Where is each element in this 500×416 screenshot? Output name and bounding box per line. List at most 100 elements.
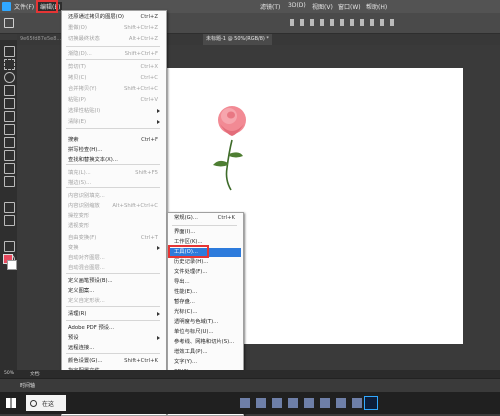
- edit-menu-item[interactable]: 预设: [62, 333, 164, 343]
- preferences-menu-item[interactable]: 历史记录(H)...: [168, 258, 241, 267]
- menu-item-shortcut: Shift+F5: [135, 170, 158, 176]
- edit-menu-item[interactable]: 清理(R): [62, 309, 164, 319]
- edit-menu-item[interactable]: 远程连接...: [62, 343, 164, 353]
- quick-select-tool-icon[interactable]: [4, 85, 15, 96]
- edit-menu-item[interactable]: 还原通过拷贝的图层(O) Ctrl+Z: [62, 12, 164, 22]
- menu-item-label: 变换: [68, 245, 79, 251]
- preferences-menu-item[interactable]: 参考线、网格和切片(S)...: [168, 338, 241, 347]
- preferences-menu-item[interactable]: 界面(I)...: [168, 228, 241, 237]
- search-icon: [30, 400, 37, 407]
- brush-tool-icon[interactable]: [4, 137, 15, 148]
- doc-info: 文档:: [30, 372, 41, 377]
- windows-start-icon[interactable]: [6, 398, 16, 408]
- taskbar-app-icons[interactable]: [240, 398, 380, 408]
- edit-menu-item[interactable]: 定义图案...: [62, 286, 164, 296]
- type-tool-icon[interactable]: [4, 202, 15, 213]
- menu-window[interactable]: 窗口(W): [338, 2, 361, 11]
- edit-menu-item[interactable]: 搜索 Ctrl+F: [62, 135, 164, 145]
- menu-file[interactable]: 文件(F): [14, 2, 34, 11]
- submenu-arrow-icon: [157, 336, 160, 340]
- tab-image[interactable]: 9e65fd87e5e8...: [17, 34, 64, 45]
- edit-menu-item[interactable]: Adobe PDF 预设...: [62, 323, 164, 333]
- menu-item-label: 界面(I)...: [174, 229, 196, 235]
- menu-item-label: 增效工具(P)...: [174, 349, 208, 355]
- marquee-tool-icon[interactable]: [4, 59, 15, 70]
- lasso-tool-icon[interactable]: [4, 72, 15, 83]
- menu-item-label: 剪切(T): [68, 64, 86, 70]
- hand-tool-icon[interactable]: [4, 241, 15, 252]
- gradient-tool-icon[interactable]: [4, 176, 15, 187]
- timeline-tab[interactable]: 时间轴: [20, 382, 35, 389]
- submenu-arrow-icon: [157, 109, 160, 113]
- menu-item-label: 透视变形: [68, 223, 90, 229]
- edit-menu-item: 自动对齐图层...: [62, 253, 164, 263]
- menu-item-shortcut: Shift+Ctrl+F: [124, 51, 158, 57]
- menu-item-label: 单位与标尺(U)...: [174, 329, 214, 335]
- menu-separator: [66, 353, 160, 354]
- edit-menu-item: 剪切(T) Ctrl+X: [62, 62, 164, 72]
- stamp-tool-icon[interactable]: [4, 150, 15, 161]
- preferences-menu-item[interactable]: 导出...: [168, 278, 241, 287]
- preferences-menu-item[interactable]: 性能(E)...: [168, 288, 241, 297]
- eyedropper-tool-icon[interactable]: [4, 111, 15, 122]
- menu-item-label: 合并拷贝(Y): [68, 86, 97, 92]
- menu-item-shortcut: Shift+Ctrl+C: [123, 86, 158, 92]
- menu-item-label: 定义自定形状...: [68, 298, 105, 304]
- background-color-swatch[interactable]: [7, 260, 17, 270]
- menu-item-label: 还原通过拷贝的图层(O): [68, 14, 124, 20]
- eraser-tool-icon[interactable]: [4, 163, 15, 174]
- menu-item-label: 清理(R): [68, 311, 87, 317]
- preferences-menu-item[interactable]: 光标(C)...: [168, 308, 241, 317]
- status-bar: 50% 文档:: [0, 370, 500, 378]
- edit-menu-item: 粘贴(P) Ctrl+V: [62, 95, 164, 105]
- edit-menu-item[interactable]: 拼写检查(H)...: [62, 145, 164, 155]
- path-select-tool-icon[interactable]: [4, 215, 15, 226]
- edit-menu-item[interactable]: 颜色设置(G)... Shift+Ctrl+K: [62, 356, 164, 366]
- edit-menu-highlight-box: [36, 0, 58, 13]
- preferences-menu-item[interactable]: 单位与标尺(U)...: [168, 328, 241, 337]
- menu-item-label: 导出...: [174, 279, 190, 285]
- edit-menu-item[interactable]: 查找和替换文本(X)...: [62, 155, 164, 165]
- tab-untitled[interactable]: 未标题-1 @ 50%(RGB/8) *: [203, 34, 272, 45]
- menu-item-shortcut: Ctrl+T: [140, 235, 158, 241]
- menu-item-label: 性能(E)...: [174, 289, 198, 295]
- zoom-level[interactable]: 50%: [4, 371, 14, 376]
- menu-item-label: 填充(L)...: [68, 170, 91, 176]
- edit-menu-item[interactable]: 定义画笔预设(B)...: [62, 276, 164, 286]
- move-tool-icon[interactable]: [4, 46, 15, 57]
- menu-separator: [66, 128, 160, 129]
- menu-item-label: 拼写检查(H)...: [68, 147, 103, 153]
- menu-filter[interactable]: 滤镜(T): [260, 2, 280, 11]
- crop-tool-icon[interactable]: [4, 98, 15, 109]
- preferences-menu-item[interactable]: 文件处理(F)...: [168, 268, 241, 277]
- edit-menu-item: 清除(E): [62, 117, 164, 127]
- preferences-menu-item[interactable]: 透明度与色域(T)...: [168, 318, 241, 327]
- edit-menu-item: 操控变形: [62, 211, 164, 221]
- align-icons[interactable]: [290, 19, 400, 26]
- menu-item-shortcut: Shift+Ctrl+Z: [124, 25, 158, 31]
- preferences-menu-item[interactable]: 暂存盘...: [168, 298, 241, 307]
- menu-item-label: 定义画笔预设(B)...: [68, 278, 113, 284]
- menu-item-label: 预设: [68, 335, 79, 341]
- tools-panel: [0, 40, 17, 378]
- healing-tool-icon[interactable]: [4, 124, 15, 135]
- menu-item-label: Adobe PDF 预设...: [68, 325, 115, 331]
- menu-view[interactable]: 视图(V): [312, 2, 333, 11]
- menu-3d[interactable]: 3D(D): [288, 2, 306, 9]
- preferences-menu-item[interactable]: 常规(G)... Ctrl+K: [168, 214, 241, 223]
- menu-item-label: 颜色设置(G)...: [68, 358, 103, 364]
- menu-item-shortcut: Shift+Ctrl+K: [124, 358, 158, 364]
- edit-menu-item: 切换最终状态 Alt+Ctrl+Z: [62, 34, 164, 44]
- menu-item-label: 自由变换(F): [68, 235, 97, 241]
- preferences-menu-item[interactable]: 增效工具(P)...: [168, 348, 241, 357]
- menu-item-shortcut: Alt+Ctrl+Z: [128, 36, 158, 42]
- photoshop-taskbar-icon[interactable]: [364, 396, 378, 410]
- menu-help[interactable]: 帮助(H): [366, 2, 387, 11]
- menu-item-label: 选择性粘贴(I): [68, 108, 101, 114]
- edit-menu-item: 填充(L)... Shift+F5: [62, 168, 164, 178]
- home-icon[interactable]: [4, 18, 14, 28]
- edit-menu-item: 自由变换(F) Ctrl+T: [62, 233, 164, 243]
- preferences-menu-item[interactable]: 文字(Y)...: [168, 358, 241, 367]
- menu-item-label: 常规(G)...: [174, 215, 198, 221]
- photoshop-logo-icon: [2, 2, 11, 11]
